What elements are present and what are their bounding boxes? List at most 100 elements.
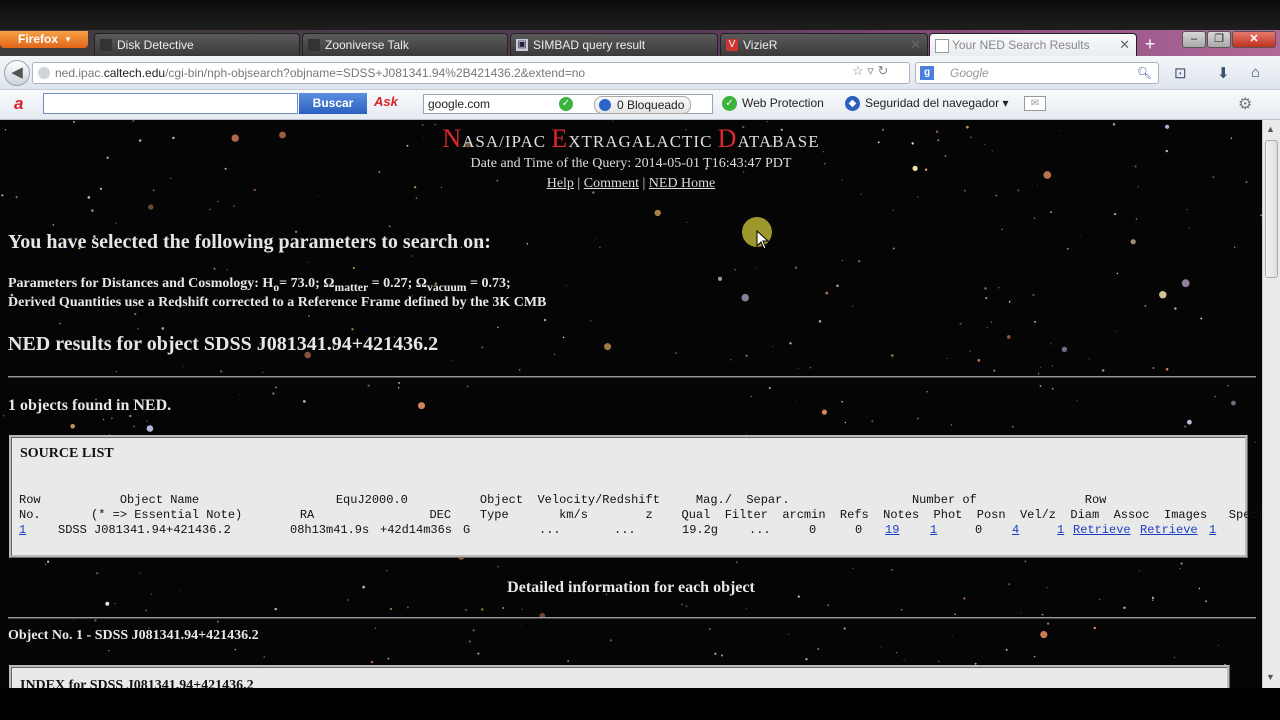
buscar-button[interactable]: Buscar <box>299 93 367 114</box>
close-icon[interactable]: ✕ <box>910 34 921 56</box>
assoc-link[interactable]: 1 <box>1057 523 1064 537</box>
ask-search-input[interactable] <box>43 93 298 114</box>
star <box>963 597 966 600</box>
spectra-retrieve-link[interactable]: Retrieve <box>1140 523 1198 537</box>
close-icon[interactable]: ✕ <box>1119 34 1130 56</box>
ned-home-link[interactable]: NED Home <box>649 176 716 191</box>
star <box>44 563 47 566</box>
scroll-down-icon[interactable]: ▼ <box>1266 672 1275 682</box>
type-cell: G <box>463 523 471 537</box>
row-number-link[interactable]: 1 <box>19 523 26 537</box>
bookmarks-icon[interactable]: ⊡ <box>1174 64 1187 82</box>
row-number-end-link[interactable]: 1 <box>1209 523 1216 537</box>
star <box>466 385 469 388</box>
dropdown-arrow-icon[interactable]: ▿ <box>867 63 874 78</box>
index-title: INDEX for SDSS J081341.94+421436.2 <box>20 678 254 688</box>
starfield-background <box>1 120 1262 685</box>
minimize-button[interactable]: – <box>1182 31 1206 48</box>
star <box>1041 613 1044 616</box>
star <box>47 560 50 563</box>
scroll-up-icon[interactable]: ▲ <box>1266 124 1275 134</box>
tab-label: Zooniverse Talk <box>325 38 409 52</box>
search-input[interactable]: g Google 🔍︎ <box>915 62 1159 84</box>
images-retrieve-link[interactable]: Retrieve <box>1073 523 1131 537</box>
star <box>472 629 475 632</box>
star <box>681 603 683 606</box>
star <box>53 568 54 569</box>
search-icon[interactable]: 🔍︎ <box>1137 63 1152 83</box>
close-window-button[interactable]: ✕ <box>1232 31 1276 48</box>
star <box>825 291 829 295</box>
star <box>843 627 846 630</box>
dec-cell: +42d14m36s <box>380 523 453 537</box>
download-icon[interactable]: ⬇ <box>1217 64 1230 82</box>
star <box>234 648 237 651</box>
firefox-menu-button[interactable]: Firefox ▼ <box>0 31 88 48</box>
star <box>518 368 521 371</box>
blocked-counter[interactable]: 0 Bloqueado <box>594 96 692 114</box>
star <box>1020 612 1022 614</box>
posn-link[interactable]: 1 <box>930 523 937 537</box>
star <box>1152 367 1155 369</box>
star <box>1181 279 1190 288</box>
star <box>52 224 55 226</box>
star <box>1088 358 1090 360</box>
star <box>1050 343 1052 345</box>
mail-icon[interactable]: ✉ <box>1024 96 1046 111</box>
browser-security-label: Seguridad del navegador <box>865 96 1000 110</box>
star <box>137 328 139 330</box>
star <box>993 369 996 372</box>
browser-security-button[interactable]: ◆ Seguridad del navegador ▾ <box>845 96 1008 112</box>
star <box>59 323 61 325</box>
star <box>1188 227 1190 229</box>
web-protection-button[interactable]: ✓ Web Protection <box>722 96 824 112</box>
tab-disk-detective[interactable]: Disk Detective <box>94 33 300 56</box>
vertical-scrollbar[interactable]: ▲ ▼ <box>1262 120 1280 688</box>
diam-link[interactable]: 4 <box>1012 523 1019 537</box>
star <box>809 366 812 369</box>
star <box>263 656 265 658</box>
star <box>805 658 808 661</box>
star <box>1115 330 1117 332</box>
top-links: Help | Comment | NED Home <box>546 176 716 191</box>
scrollbar-thumb[interactable] <box>1265 140 1278 278</box>
star <box>15 196 18 199</box>
star <box>1040 631 1048 639</box>
redshift-cell: ... <box>614 523 636 537</box>
phot-link[interactable]: 19 <box>885 523 899 537</box>
tab-simbad[interactable]: ▣ SIMBAD query result <box>510 33 718 56</box>
restore-button[interactable]: ❐ <box>1207 31 1231 48</box>
ask-brand-icon[interactable]: Ask <box>374 94 398 109</box>
page-icon <box>100 39 112 51</box>
tab-zooniverse-talk[interactable]: Zooniverse Talk <box>302 33 508 56</box>
star <box>1173 656 1176 659</box>
star <box>1174 307 1177 310</box>
star <box>274 607 277 611</box>
star <box>1101 369 1105 372</box>
star <box>772 346 774 348</box>
star <box>836 284 839 288</box>
help-link[interactable]: Help <box>547 176 574 191</box>
address-bar[interactable]: ned.ipac.caltech.edu/cgi-bin/nph-objsear… <box>32 62 910 84</box>
separation-cell: ... <box>749 523 771 537</box>
tab-ned-results[interactable]: Your NED Search Results ✕ <box>929 33 1137 56</box>
star <box>521 608 523 610</box>
back-button[interactable]: ◀ <box>4 60 30 86</box>
new-tab-button[interactable]: + <box>1140 34 1160 54</box>
bookmark-star-icon[interactable]: ☆ <box>852 63 864 78</box>
star <box>73 121 75 123</box>
source-list-title: SOURCE LIST <box>20 446 114 461</box>
chevron-down-icon: ▼ <box>64 35 72 44</box>
comment-link[interactable]: Comment <box>584 176 639 191</box>
reload-icon[interactable]: ↻ <box>877 63 888 78</box>
site-field[interactable]: google.com ✓ 0 Bloqueado <box>423 94 713 114</box>
star <box>1214 395 1216 398</box>
home-icon[interactable]: ⌂ <box>1251 64 1260 81</box>
star <box>370 660 374 664</box>
star <box>543 318 547 322</box>
star <box>721 654 723 657</box>
gear-icon[interactable]: ⚙ <box>1238 94 1252 114</box>
tab-vizier[interactable]: V VizieR ✕ <box>720 33 928 56</box>
cosmo-sub: vacuum <box>427 280 467 294</box>
star <box>233 205 235 207</box>
